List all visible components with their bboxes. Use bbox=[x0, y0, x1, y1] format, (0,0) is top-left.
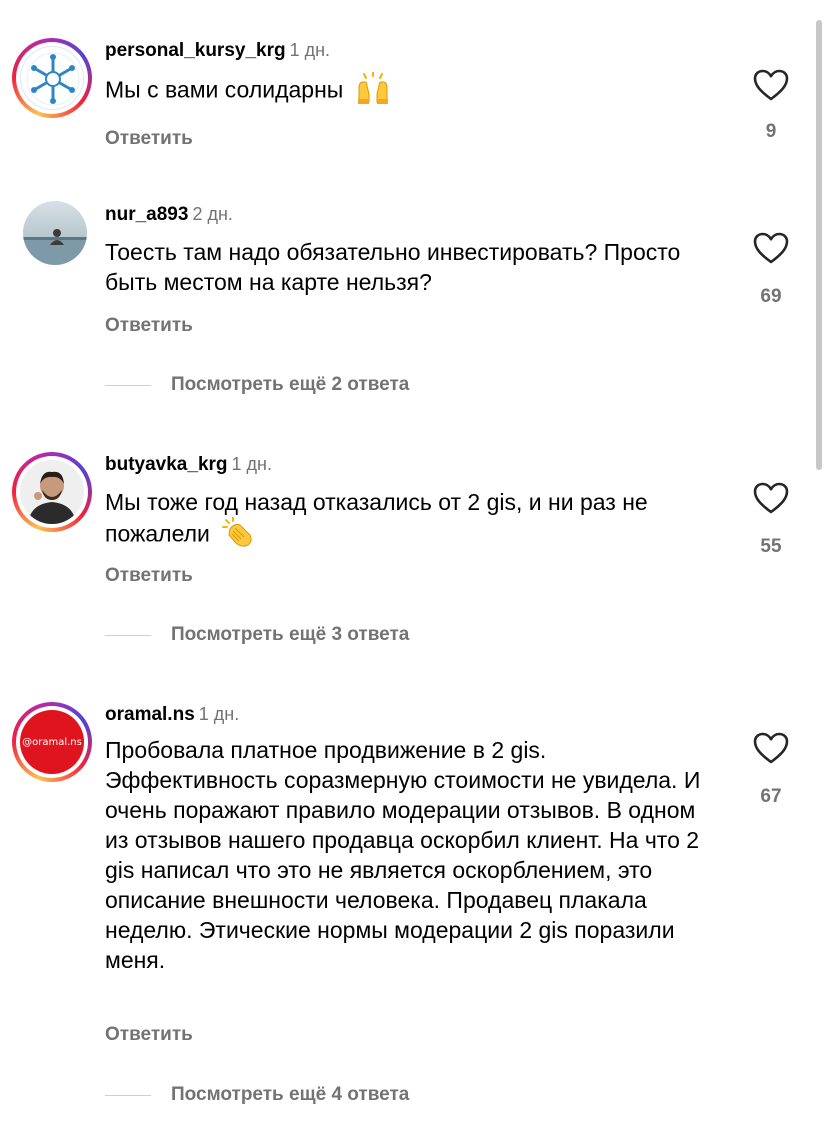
like-heart-icon[interactable] bbox=[752, 68, 790, 102]
view-more-label[interactable]: Посмотреть ещё 2 ответа bbox=[171, 374, 409, 396]
like-heart-icon[interactable] bbox=[752, 231, 790, 265]
comment-text: Тоесть там надо обязательно инвестироват… bbox=[105, 239, 681, 295]
like-heart-icon[interactable] bbox=[752, 731, 790, 765]
raising-hands-icon bbox=[356, 71, 390, 111]
scrollbar[interactable] bbox=[816, 20, 822, 470]
username[interactable]: oramal.ns 1 дн. bbox=[105, 704, 239, 726]
username-text[interactable]: personal_kursy_krg bbox=[105, 40, 286, 61]
clapping-hands-icon bbox=[222, 516, 254, 554]
view-more-replies-button[interactable]: Посмотреть ещё 4 ответа bbox=[105, 1084, 409, 1106]
username[interactable]: nur_a893 2 дн. bbox=[105, 204, 233, 226]
snowflake-logo-icon bbox=[26, 52, 80, 106]
like-heart-icon[interactable] bbox=[752, 481, 790, 515]
like-count: 9 bbox=[765, 121, 777, 142]
divider bbox=[105, 384, 151, 386]
avatar[interactable] bbox=[23, 201, 87, 265]
comment-text-content: Мы с вами солидарны bbox=[105, 76, 344, 103]
reply-button[interactable]: Ответить bbox=[105, 315, 193, 337]
comment-text-content: Мы тоже год назад отказались от 2 gis, и… bbox=[105, 489, 648, 547]
comment-text: Пробовала платное продвижение в 2 gis. Э… bbox=[105, 737, 701, 973]
avatar-photo-icon bbox=[20, 460, 84, 524]
divider bbox=[105, 634, 151, 636]
username-text[interactable]: oramal.ns bbox=[105, 704, 195, 725]
avatar[interactable] bbox=[12, 452, 92, 532]
timestamp: 1 дн. bbox=[198, 704, 240, 724]
username-text[interactable]: nur_a893 bbox=[105, 204, 188, 225]
timestamp: 2 дн. bbox=[192, 204, 233, 224]
view-more-replies-button[interactable]: Посмотреть ещё 2 ответа bbox=[105, 374, 409, 396]
timestamp: 1 дн. bbox=[231, 454, 272, 474]
like-count: 55 bbox=[760, 536, 782, 557]
timestamp: 1 дн. bbox=[289, 40, 331, 60]
reply-button[interactable]: Ответить bbox=[105, 128, 193, 150]
comment-text: Мы с вами солидарны bbox=[105, 71, 725, 111]
like-count: 67 bbox=[760, 786, 782, 807]
divider bbox=[105, 1094, 151, 1096]
comment-text: Мы тоже год назад отказались от 2 gis, и… bbox=[105, 487, 723, 554]
view-more-replies-button[interactable]: Посмотреть ещё 3 ответа bbox=[105, 624, 409, 646]
reply-button[interactable]: Ответить bbox=[105, 1024, 193, 1046]
like-count: 69 bbox=[760, 286, 782, 307]
avatar-photo-icon bbox=[23, 201, 87, 265]
avatar[interactable]: @oramal.ns bbox=[12, 702, 92, 782]
avatar-logo-text: @oramal.ns bbox=[22, 736, 82, 748]
reply-button[interactable]: Ответить bbox=[105, 565, 193, 587]
view-more-label[interactable]: Посмотреть ещё 4 ответа bbox=[171, 1084, 409, 1106]
avatar[interactable] bbox=[12, 38, 92, 118]
username[interactable]: butyavka_krg 1 дн. bbox=[105, 454, 272, 476]
username[interactable]: personal_kursy_krg 1 дн. bbox=[105, 40, 330, 62]
view-more-label[interactable]: Посмотреть ещё 3 ответа bbox=[171, 624, 409, 646]
username-text[interactable]: butyavka_krg bbox=[105, 454, 228, 475]
